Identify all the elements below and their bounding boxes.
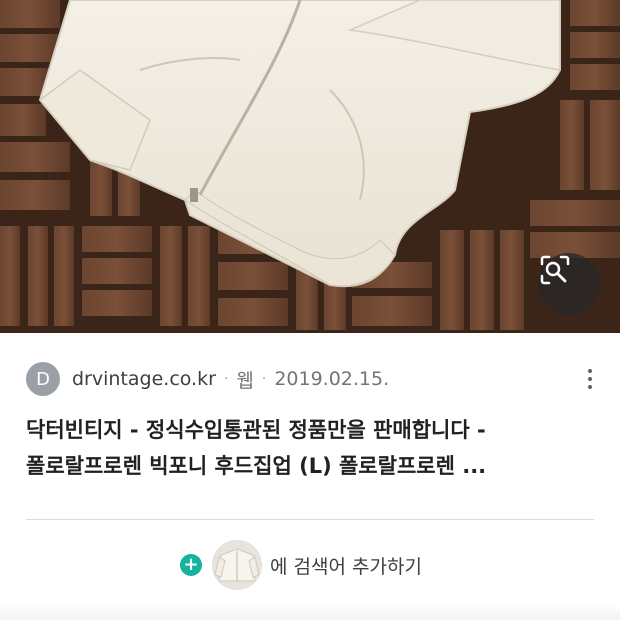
separator-dot: · xyxy=(223,371,229,387)
more-options-button[interactable] xyxy=(578,364,602,394)
image-thumbnail xyxy=(212,540,262,590)
more-vert-icon xyxy=(588,369,592,373)
add-search-term-button[interactable]: + 에 검색어 추가하기 xyxy=(180,540,422,590)
visual-search-button[interactable] xyxy=(538,253,600,315)
result-title-link[interactable]: 닥터빈티지 - 정식수입통관된 정품만을 판매합니다 - 폴로랄프로렌 빅포니 … xyxy=(26,412,598,484)
result-title-line: 닥터빈티지 - 정식수입통관된 정품만을 판매합니다 - xyxy=(26,418,486,442)
image-search-icon xyxy=(540,255,570,285)
result-date: 2019.02.15. xyxy=(274,368,390,390)
site-favicon: D xyxy=(26,362,60,396)
result-source-row[interactable]: D drvintage.co.kr · 웹 · 2019.02.15. xyxy=(26,362,606,396)
divider xyxy=(26,519,594,520)
result-image[interactable] xyxy=(0,0,620,333)
separator-dot: · xyxy=(261,371,267,387)
add-search-term-label: 에 검색어 추가하기 xyxy=(270,555,422,578)
result-title-line: 폴로랄프로렌 빅포니 후드집업 (L) 폴로랄프로렌 ... xyxy=(26,454,487,478)
result-type: 웹 xyxy=(236,369,254,392)
bottom-edge xyxy=(0,604,620,620)
site-domain: drvintage.co.kr xyxy=(72,368,216,390)
hoodie-photo xyxy=(0,0,620,333)
plus-icon: + xyxy=(180,554,202,576)
